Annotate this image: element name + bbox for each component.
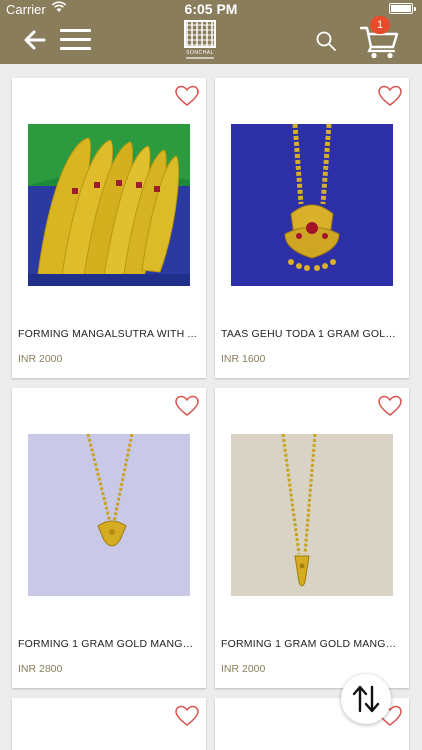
logo-mark [184,20,216,48]
product-image [28,434,190,596]
heart-outline-icon[interactable] [174,704,200,728]
product-image [231,434,393,596]
product-price: INR 2800 [18,663,63,675]
product-card[interactable]: FORMING 1 GRAM GOLD MANGALSUTRA ... INR … [12,388,206,688]
product-name: TAAS GEHU TODA 1 GRAM GOLD ... [221,328,403,340]
heart-outline-icon[interactable] [174,394,200,418]
battery-icon [389,3,416,14]
product-price: INR 2000 [221,663,266,675]
search-icon[interactable] [315,30,337,52]
product-card[interactable]: FORMING MANGALSUTRA WITH ... INR 2000 [12,78,206,378]
back-arrow-icon[interactable] [22,28,46,52]
product-card[interactable] [12,698,206,750]
logo-text: SONCHAL [186,50,214,56]
heart-outline-icon[interactable] [174,84,200,108]
sort-arrows-icon [352,685,380,713]
sort-button[interactable] [341,674,391,724]
product-card[interactable]: FORMING 1 GRAM GOLD MANGALSUTRA ... INR … [215,388,409,688]
product-name: FORMING MANGALSUTRA WITH ... [18,328,197,340]
heart-outline-icon[interactable] [377,394,403,418]
status-time: 6:05 PM [184,1,238,17]
heart-outline-icon[interactable] [377,84,403,108]
product-name: FORMING 1 GRAM GOLD MANGALSUTRA ... [18,638,200,650]
product-image [231,124,393,286]
app-header: Carrier 6:05 PM SONCHAL [0,0,422,64]
product-card[interactable]: TAAS GEHU TODA 1 GRAM GOLD ... INR 1600 [215,78,409,378]
status-bar: Carrier 6:05 PM [0,0,422,18]
hamburger-menu-icon[interactable] [60,29,91,51]
brand-logo: SONCHAL [184,20,216,60]
product-price: INR 2000 [18,353,63,365]
product-price: INR 1600 [221,353,266,365]
cart-badge: 1 [370,16,390,34]
product-name: FORMING 1 GRAM GOLD MANGALSUTRA ... [221,638,403,650]
product-image [28,124,190,286]
